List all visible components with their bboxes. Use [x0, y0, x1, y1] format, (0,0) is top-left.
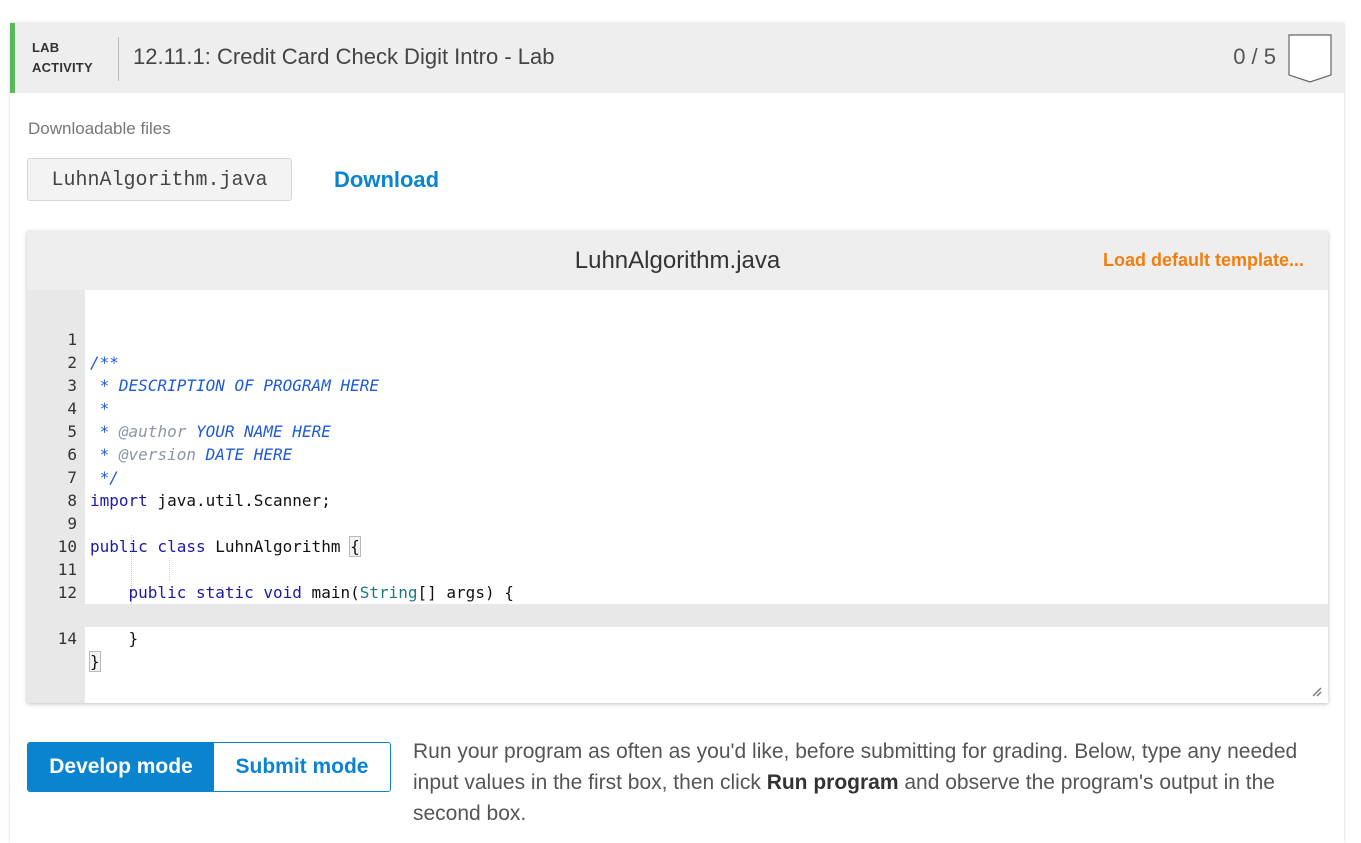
- code-line: 11 public static void main(String[] args…: [27, 535, 1328, 602]
- load-default-template-link[interactable]: Load default template...: [1103, 250, 1304, 271]
- score-text: 0 / 5: [1233, 44, 1276, 69]
- activity-header: LAB ACTIVITY 12.11.1: Credit Card Check …: [10, 23, 1344, 93]
- download-link[interactable]: Download: [334, 167, 439, 193]
- code-line: 5 * @version DATE HERE: [27, 397, 1328, 464]
- code-text: }: [89, 650, 101, 673]
- downloadable-files-label: Downloadable files: [28, 119, 171, 138]
- code-line: 12 // TO DO: Enter your code here betwee…: [27, 558, 1328, 625]
- code-line: 10: [27, 512, 1328, 556]
- activity-type-label: LAB ACTIVITY: [32, 38, 93, 78]
- score-badge-icon: [1288, 34, 1332, 83]
- develop-mode-button[interactable]: Develop mode: [28, 743, 214, 791]
- code-line: 4 * @author YOUR NAME HERE: [27, 374, 1328, 441]
- editor-header: LuhnAlgorithm.java Load default template…: [27, 231, 1328, 290]
- activity-title: 12.11.1: Credit Card Check Digit Intro -…: [133, 44, 555, 69]
- code-line: 6 */: [27, 420, 1328, 487]
- mode-toggle: Develop mode Submit mode: [27, 742, 391, 792]
- code-line: 13 }: [27, 581, 1328, 648]
- code-line-active: 14 }: [27, 604, 1328, 672]
- code-line: 1 /**: [27, 305, 1328, 372]
- code-line: 9 public class LuhnAlgorithm {: [27, 489, 1328, 557]
- code-line: 2 * DESCRIPTION OF PROGRAM HERE: [27, 328, 1328, 395]
- resize-handle-icon[interactable]: [1312, 687, 1322, 697]
- run-program-emphasis: Run program: [766, 771, 899, 794]
- lab-activity-card: LAB ACTIVITY 12.11.1: Credit Card Check …: [10, 23, 1344, 843]
- header-divider: [118, 37, 119, 81]
- code-editor[interactable]: LuhnAlgorithm.java Load default template…: [27, 231, 1328, 703]
- activity-type-line2: ACTIVITY: [32, 60, 93, 75]
- line-number: 14: [57, 629, 77, 648]
- code-line: 3 *: [27, 351, 1328, 418]
- mode-description: Run your program as often as you'd like,…: [413, 736, 1333, 829]
- matched-brace: }: [89, 651, 101, 672]
- activity-type-line1: LAB: [32, 40, 60, 55]
- downloadable-file-name: LuhnAlgorithm.java: [27, 158, 292, 201]
- code-area[interactable]: 1 /** 2 * DESCRIPTION OF PROGRAM HERE 3 …: [27, 305, 1328, 672]
- submit-mode-button[interactable]: Submit mode: [214, 743, 390, 791]
- code-line: 7 import java.util.Scanner;: [27, 443, 1328, 510]
- code-line: 8: [27, 466, 1328, 510]
